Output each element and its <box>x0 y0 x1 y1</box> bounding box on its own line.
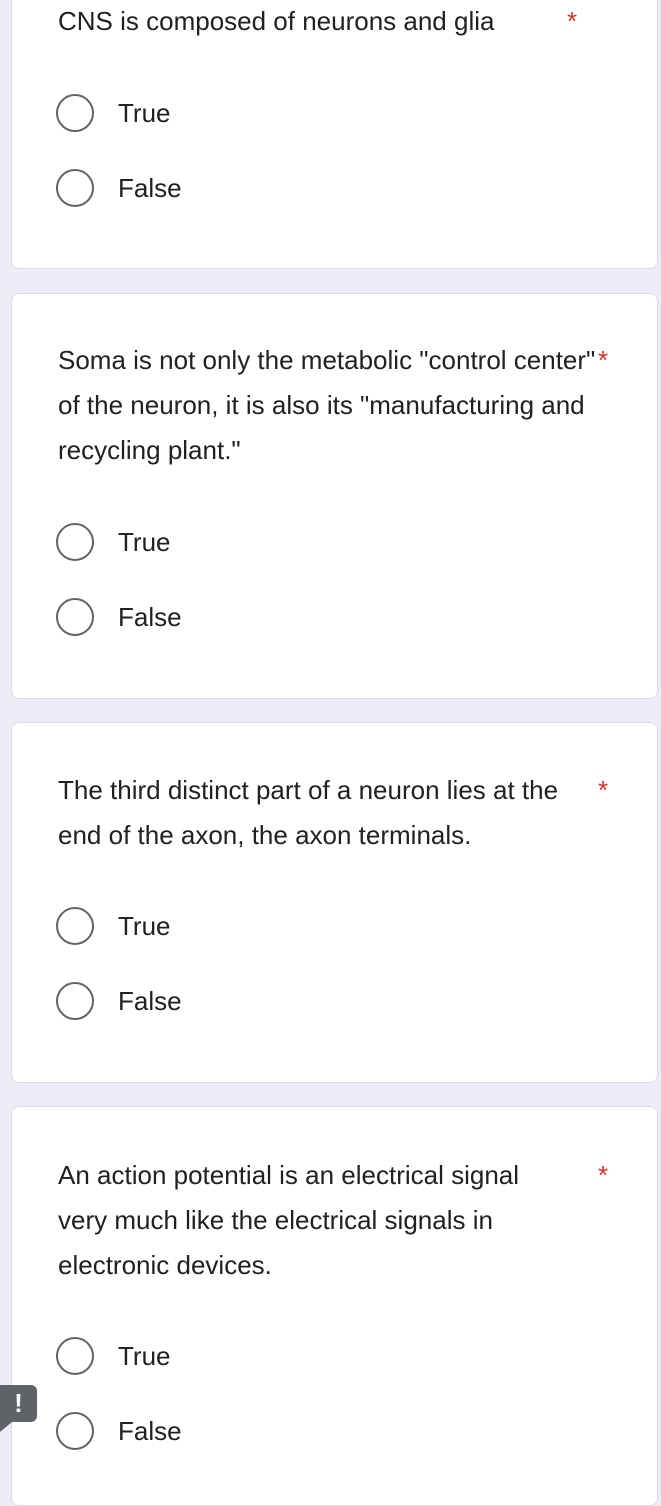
option-true[interactable]: True <box>56 1334 456 1378</box>
radio-button[interactable] <box>56 907 94 945</box>
option-false[interactable]: False <box>56 595 456 639</box>
option-label: True <box>118 98 171 128</box>
question-card: CNS is composed of neurons and glia * Tr… <box>11 0 658 269</box>
option-label: True <box>118 527 171 557</box>
radio-button[interactable] <box>56 598 94 636</box>
alert-badge-icon[interactable]: ! <box>0 1385 37 1432</box>
required-asterisk: * <box>598 345 609 375</box>
option-true[interactable]: True <box>56 91 456 135</box>
radio-button[interactable] <box>56 94 94 132</box>
radio-button[interactable] <box>56 1337 94 1375</box>
option-true[interactable]: True <box>56 520 456 564</box>
required-asterisk: * <box>598 1160 609 1190</box>
option-true[interactable]: True <box>56 904 456 948</box>
question-card: The third distinct part of a neuron lies… <box>11 722 658 1083</box>
radio-button[interactable] <box>56 523 94 561</box>
radio-button[interactable] <box>56 169 94 207</box>
question-title: Soma is not only the metabolic "control … <box>58 345 596 465</box>
option-label: True <box>118 911 171 941</box>
option-false[interactable]: False <box>56 166 456 210</box>
option-false[interactable]: False <box>56 979 456 1023</box>
question-title: The third distinct part of a neuron lies… <box>58 775 559 850</box>
option-label: False <box>118 602 182 632</box>
question-card: An action potential is an electrical sig… <box>11 1106 658 1506</box>
required-asterisk: * <box>598 775 609 805</box>
question-title: An action potential is an electrical sig… <box>58 1160 520 1280</box>
radio-button[interactable] <box>56 1412 94 1450</box>
option-label: False <box>118 986 182 1016</box>
option-label: True <box>118 1341 171 1371</box>
radio-button[interactable] <box>56 982 94 1020</box>
question-title: CNS is composed of neurons and glia <box>58 6 495 36</box>
required-asterisk: * <box>567 6 578 36</box>
option-label: False <box>118 173 182 203</box>
option-label: False <box>118 1416 182 1446</box>
question-card: Soma is not only the metabolic "control … <box>11 293 658 699</box>
option-false[interactable]: False <box>56 1409 456 1453</box>
